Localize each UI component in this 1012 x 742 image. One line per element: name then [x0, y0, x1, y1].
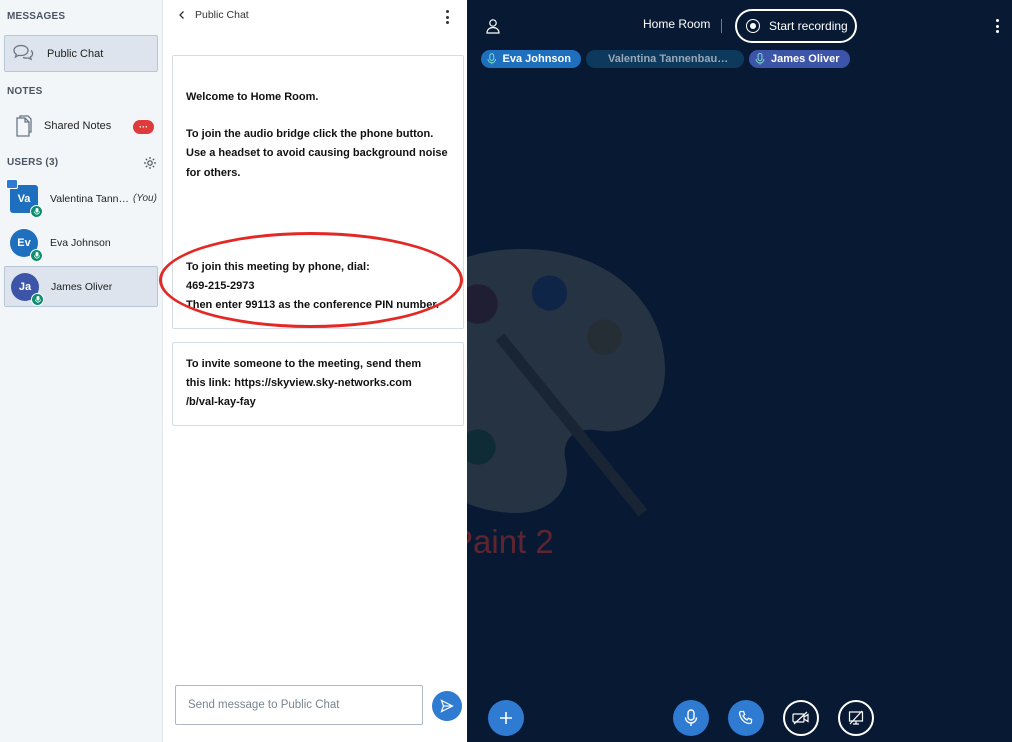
- talker-name: Eva Johnson: [502, 53, 571, 65]
- chat-title: Public Chat: [195, 9, 249, 21]
- user-item-valentina[interactable]: Va Valentina Tann… (You): [4, 178, 158, 219]
- talker-name: Valentina Tannenbau…: [608, 53, 729, 65]
- microphone-icon: [30, 248, 43, 262]
- chevron-left-icon[interactable]: [177, 10, 187, 20]
- user-icon[interactable]: [486, 18, 500, 39]
- phone-icon: [738, 710, 753, 725]
- invite-message: To invite someone to the meeting, send t…: [172, 342, 464, 426]
- invite-line: /b/val-kay-fay: [186, 396, 256, 409]
- talker-name: James Oliver: [771, 53, 840, 65]
- phone-audio-button[interactable]: [728, 700, 764, 736]
- gear-icon[interactable]: [143, 156, 157, 170]
- phone-dial-line: To join this meeting by phone, dial:: [186, 260, 370, 273]
- microphone-icon: [487, 53, 497, 65]
- chat-header[interactable]: Public Chat: [177, 9, 249, 21]
- screen-share-off-icon: [848, 710, 864, 725]
- microphone-icon: [30, 204, 43, 218]
- welcome-line: Use a headset to avoid causing backgroun…: [186, 147, 448, 160]
- talking-indicator-eva[interactable]: Eva Johnson: [481, 50, 581, 68]
- actions-button[interactable]: [488, 700, 524, 736]
- messages-section-title: MESSAGES: [7, 11, 66, 22]
- record-label: Start recording: [769, 19, 848, 33]
- plus-icon: [500, 712, 512, 724]
- public-chat-label: Public Chat: [47, 47, 104, 60]
- avatar-initials: Ev: [17, 236, 31, 249]
- user-name: James Oliver: [51, 280, 113, 293]
- user-item-james[interactable]: Ja James Oliver: [4, 266, 158, 307]
- sidebar-item-shared-notes[interactable]: Shared Notes ···: [4, 107, 158, 144]
- divider: [721, 19, 722, 33]
- webcam-button[interactable]: [783, 700, 819, 736]
- invite-line: this link: https://skyview.sky-networks.…: [186, 377, 412, 390]
- avatar-initials: Ja: [18, 280, 32, 293]
- shared-notes-label: Shared Notes: [44, 119, 112, 132]
- unread-notes-badge: ···: [133, 120, 154, 134]
- chat-panel: Public Chat Welcome to Home Room. To joi…: [159, 0, 467, 742]
- camera-off-icon: [792, 711, 809, 725]
- user-name: Eva Johnson: [50, 236, 111, 249]
- presenter-icon: [6, 178, 18, 189]
- talking-indicator-valentina[interactable]: Valentina Tannenbau…: [586, 50, 744, 68]
- paint-palette-icon: [467, 249, 665, 517]
- user-list-panel: MESSAGES Public Chat NOTES Shared Notes …: [0, 0, 163, 742]
- sidebar-item-public-chat[interactable]: Public Chat: [4, 35, 158, 72]
- microphone-icon: [755, 53, 765, 65]
- avatar-initials: Va: [17, 192, 31, 205]
- welcome-prefix: Welcome to: [186, 91, 251, 103]
- avatar: Ja: [11, 272, 44, 306]
- presentation-area: Paint 2 Home Room Start recording Eva Jo…: [467, 0, 1012, 742]
- watermark-text: Paint 2: [467, 523, 554, 560]
- phone-pin-line: Then enter 99113 as the conference PIN n…: [186, 299, 440, 312]
- screen-share-button[interactable]: [838, 700, 874, 736]
- users-section-title: USERS (3): [7, 157, 59, 168]
- phone-number: 469-215-2973: [186, 280, 255, 293]
- notes-section-title: NOTES: [7, 86, 43, 97]
- welcome-line: To join the audio bridge click the phone…: [186, 128, 434, 141]
- you-tag: (You): [133, 193, 157, 204]
- microphone-icon: [684, 709, 698, 726]
- microphone-icon: [31, 292, 44, 306]
- chat-bubbles-icon: [11, 41, 37, 67]
- welcome-heading: Welcome to Home Room.: [186, 88, 450, 107]
- room-name: Home Room.: [250, 91, 319, 103]
- microphone-button[interactable]: [673, 700, 709, 736]
- send-button[interactable]: [432, 691, 462, 721]
- options-menu-icon[interactable]: [996, 19, 1000, 33]
- welcome-message: Welcome to Home Room. To join the audio …: [172, 55, 464, 329]
- room-title: Home Room: [643, 17, 711, 31]
- user-item-eva[interactable]: Ev Eva Johnson: [4, 222, 158, 263]
- talking-indicator-james[interactable]: James Oliver: [749, 50, 850, 68]
- avatar: Va: [6, 178, 43, 218]
- document-icon: [10, 113, 36, 139]
- send-icon: [440, 699, 454, 713]
- start-recording-button[interactable]: Start recording: [735, 9, 857, 43]
- invite-line: To invite someone to the meeting, send t…: [186, 358, 422, 370]
- user-name: Valentina Tann…: [50, 192, 130, 205]
- chat-options-icon[interactable]: [446, 10, 450, 24]
- avatar: Ev: [10, 228, 43, 262]
- chat-message-input[interactable]: [175, 685, 423, 725]
- welcome-line: for others.: [186, 166, 241, 179]
- record-icon: [746, 19, 760, 33]
